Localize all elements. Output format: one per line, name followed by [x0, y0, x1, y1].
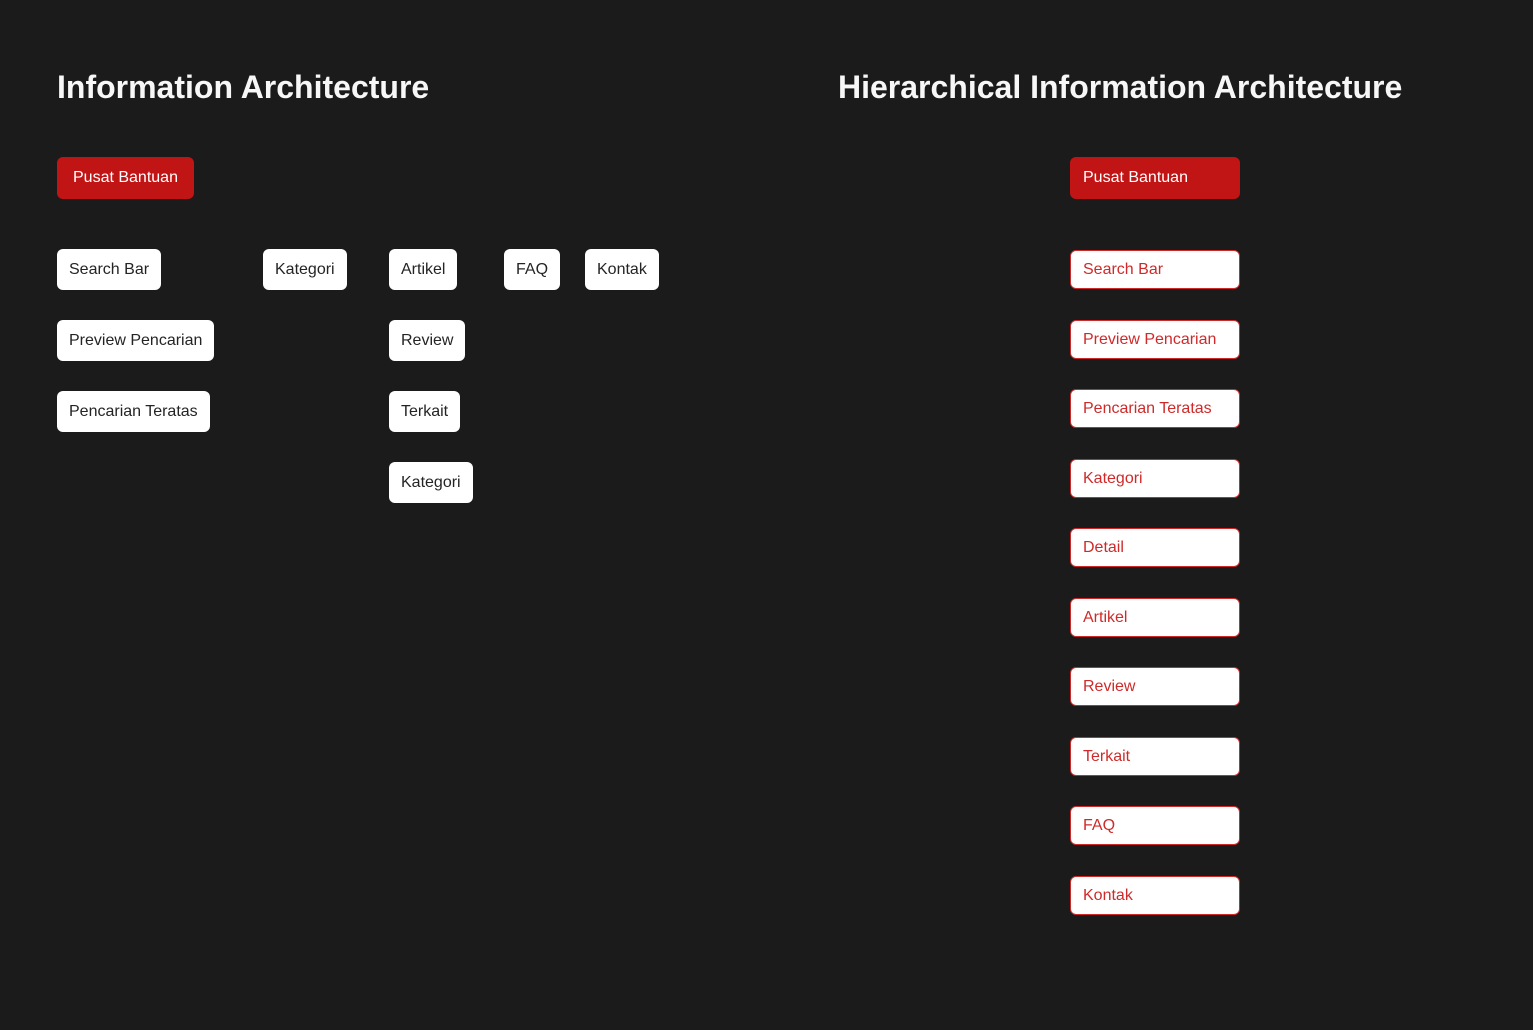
- node-kategori[interactable]: Kategori: [263, 249, 347, 290]
- node-faq[interactable]: FAQ: [504, 249, 561, 290]
- hnode-pencarian-teratas[interactable]: Pencarian Teratas: [1070, 389, 1240, 428]
- hnode-kontak[interactable]: Kontak: [1070, 875, 1240, 915]
- hierarchical-ia-title: Hierarchical Information Architecture: [838, 69, 1403, 105]
- flat-column-kontak: Kontak: [585, 249, 659, 290]
- node-kategori-artikel[interactable]: Kategori: [389, 462, 473, 503]
- flat-root-node-pusat-bantuan[interactable]: Pusat Bantuan: [57, 157, 194, 199]
- flat-column-faq: FAQ: [504, 249, 561, 290]
- hnode-terkait[interactable]: Terkait: [1070, 736, 1240, 776]
- hnode-detail[interactable]: Detail: [1070, 528, 1240, 567]
- hnode-preview-pencarian[interactable]: Preview Pencarian: [1070, 319, 1240, 359]
- flat-column-artikel: Artikel Review Terkait Kategori: [389, 249, 473, 503]
- flat-ia-title: Information Architecture: [57, 69, 430, 105]
- hier-node-stack: Search Bar Preview Pencarian Pencarian T…: [1070, 250, 1240, 915]
- node-search-bar[interactable]: Search Bar: [57, 249, 162, 290]
- flat-column-search: Search Bar Preview Pencarian Pencarian T…: [57, 249, 215, 432]
- node-artikel[interactable]: Artikel: [389, 249, 458, 290]
- hnode-review[interactable]: Review: [1070, 667, 1240, 706]
- hnode-search-bar[interactable]: Search Bar: [1070, 250, 1240, 289]
- node-kontak[interactable]: Kontak: [585, 249, 659, 290]
- hnode-kategori[interactable]: Kategori: [1070, 458, 1240, 498]
- node-pencarian-teratas[interactable]: Pencarian Teratas: [57, 391, 210, 432]
- diagram-canvas: Information Architecture Hierarchical In…: [0, 0, 1533, 1030]
- hier-root-node-pusat-bantuan[interactable]: Pusat Bantuan: [1070, 157, 1240, 199]
- node-review[interactable]: Review: [389, 320, 466, 361]
- hnode-artikel[interactable]: Artikel: [1070, 597, 1240, 637]
- node-terkait[interactable]: Terkait: [389, 391, 461, 432]
- hnode-faq[interactable]: FAQ: [1070, 806, 1240, 845]
- node-preview-pencarian[interactable]: Preview Pencarian: [57, 320, 215, 361]
- flat-column-kategori: Kategori: [263, 249, 347, 290]
